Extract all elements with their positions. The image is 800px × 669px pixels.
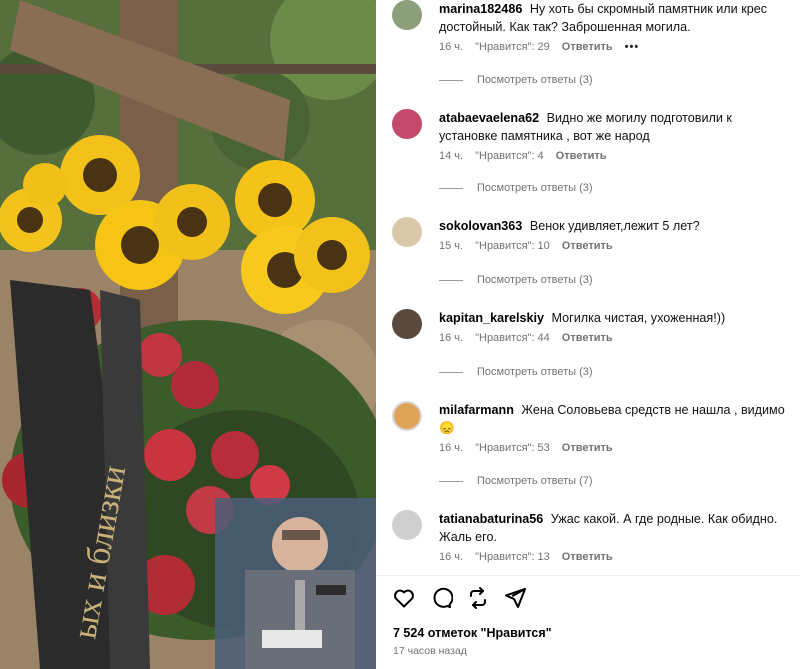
avatar[interactable] [392, 401, 422, 431]
more-options-icon[interactable]: ••• [625, 41, 640, 53]
avatar[interactable] [392, 0, 422, 30]
view-replies-label: Посмотреть ответы (3) [477, 274, 593, 286]
view-replies-label: Посмотреть ответы (3) [477, 74, 593, 86]
reply-button[interactable]: Ответить [556, 150, 607, 162]
view-replies-label: Посмотреть ответы (7) [477, 475, 593, 487]
comment-likes[interactable]: "Нравится": 29 [475, 41, 550, 53]
replies-divider [439, 279, 463, 281]
reply-button[interactable]: Ответить [562, 41, 613, 53]
view-replies-button[interactable]: Посмотреть ответы (7) [439, 475, 593, 487]
reply-button[interactable]: Ответить [562, 332, 613, 344]
comment-time: 16 ч. [439, 41, 464, 53]
post-photo: ых и близки [0, 0, 376, 669]
comment-username[interactable]: milafarmann [439, 403, 514, 417]
comment-text: Венок удивляет,лежит 5 лет? [529, 219, 700, 233]
view-replies-label: Посмотреть ответы (3) [477, 182, 593, 194]
comment-username[interactable]: tatianabaturina56 [439, 512, 543, 526]
grave-flowers-image: ых и близки [0, 0, 376, 669]
view-replies-button[interactable]: Посмотреть ответы (3) [439, 274, 593, 286]
comment-time: 16 ч. [439, 551, 464, 563]
avatar[interactable] [392, 109, 422, 139]
likes-count[interactable]: 7 524 отметок "Нравится" [393, 626, 552, 640]
avatar[interactable] [392, 309, 422, 339]
heart-icon[interactable] [392, 586, 416, 610]
comment-username[interactable]: marina182486 [439, 2, 522, 16]
reply-button[interactable]: Ответить [562, 442, 613, 454]
avatar[interactable] [392, 217, 422, 247]
view-replies-label: Посмотреть ответы (3) [477, 366, 593, 378]
comment-likes[interactable]: "Нравится": 53 [475, 442, 550, 454]
comment-time: 16 ч. [439, 442, 464, 454]
comment-username[interactable]: sokolovan363 [439, 219, 522, 233]
comment-username[interactable]: kapitan_karelskiy [439, 311, 544, 325]
comment-time: 15 ч. [439, 240, 464, 252]
comment-username[interactable]: atabaevaelena62 [439, 111, 539, 125]
comment-likes[interactable]: "Нравится": 10 [475, 240, 550, 252]
replies-divider [439, 480, 463, 482]
comment-time: 14 ч. [439, 150, 464, 162]
replies-divider [439, 187, 463, 189]
view-replies-button[interactable]: Посмотреть ответы (3) [439, 182, 593, 194]
section-divider [376, 575, 800, 576]
comments-list: marina182486 Ну хоть бы скромный памятни… [376, 0, 800, 575]
view-replies-button[interactable]: Посмотреть ответы (3) [439, 74, 593, 86]
send-icon[interactable] [503, 586, 527, 610]
comment-time: 16 ч. [439, 332, 464, 344]
comment-icon[interactable] [429, 586, 454, 610]
avatar[interactable] [392, 510, 422, 540]
replies-divider [439, 371, 463, 373]
comment-likes[interactable]: "Нравится": 13 [475, 551, 550, 563]
post-timestamp: 17 часов назад [393, 645, 467, 657]
replies-divider [439, 79, 463, 81]
reply-button[interactable]: Ответить [562, 240, 613, 252]
comment-likes[interactable]: "Нравится": 44 [475, 332, 550, 344]
repost-icon[interactable] [466, 586, 490, 610]
comment-text: Могилка чистая, ухоженная!)) [551, 311, 726, 325]
post-actions [392, 586, 527, 610]
comment-likes[interactable]: "Нравится": 4 [475, 150, 544, 162]
view-replies-button[interactable]: Посмотреть ответы (3) [439, 366, 593, 378]
reply-button[interactable]: Ответить [562, 551, 613, 563]
